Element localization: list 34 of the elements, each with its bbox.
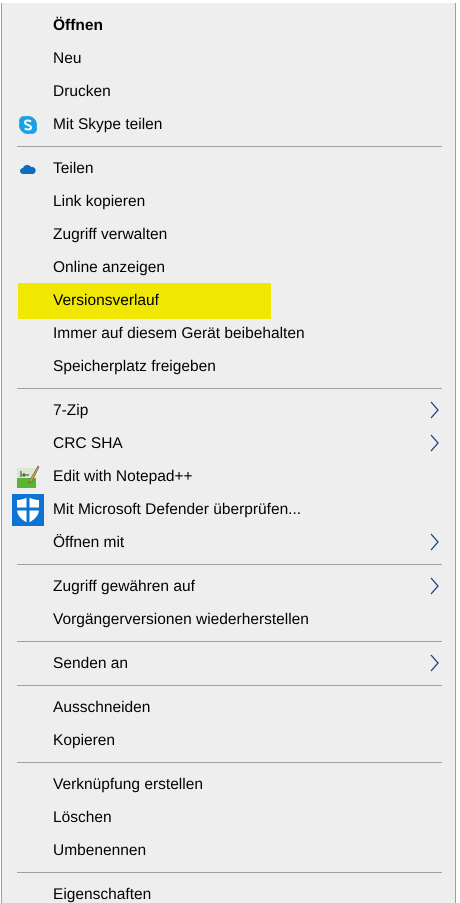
menu-item[interactable]: 7-Zip	[53, 400, 88, 422]
chevron-right-icon	[430, 434, 439, 452]
skype-icon	[18, 114, 38, 134]
menu-item[interactable]: Öffnen	[53, 14, 103, 36]
menu-item[interactable]: Versionsverlauf	[18, 282, 271, 318]
menu-item[interactable]: Drucken	[53, 80, 111, 102]
shield-icon	[12, 494, 44, 526]
menu-item[interactable]: Löschen	[53, 806, 112, 828]
menu-item[interactable]: CRC SHA	[53, 432, 123, 454]
menu-item[interactable]: Kopieren	[53, 730, 116, 752]
chevron-right-icon	[430, 401, 439, 419]
cloud-icon	[20, 164, 36, 174]
menu-item[interactable]: Speicherplatz freigeben	[53, 356, 216, 378]
menu-item[interactable]: Zugriff verwalten	[53, 224, 168, 246]
menu-item[interactable]: Teilen	[53, 158, 94, 180]
menu-item[interactable]: Mit Microsoft Defender überprüfen...	[53, 498, 302, 520]
menu-item[interactable]: Ausschneiden	[53, 696, 150, 718]
menu-item[interactable]: Immer auf diesem Gerät beibehalten	[53, 322, 305, 344]
menu-item[interactable]: Neu	[53, 48, 82, 70]
menu-item[interactable]: Zugriff gewähren auf	[53, 576, 195, 598]
menu-item[interactable]: Umbenennen	[53, 840, 146, 862]
menu-item[interactable]: Online anzeigen	[53, 256, 166, 278]
menu-item[interactable]: Edit with Notepad++	[53, 466, 193, 488]
menu-item[interactable]: Eigenschaften	[53, 884, 152, 903]
chevron-right-icon	[430, 654, 439, 672]
menu-item[interactable]: Vorgängerversionen wiederherstellen	[53, 608, 309, 630]
chevron-right-icon	[430, 577, 439, 595]
chevron-right-icon	[430, 533, 439, 551]
menu-item[interactable]: Mit Skype teilen	[53, 114, 162, 136]
menu-item[interactable]: Senden an	[53, 652, 128, 674]
notepad-icon	[16, 464, 40, 488]
menu-item[interactable]: Öffnen mit	[53, 532, 124, 554]
menu-item[interactable]: Link kopieren	[53, 190, 146, 212]
menu-item[interactable]: Verknüpfung erstellen	[53, 774, 203, 796]
